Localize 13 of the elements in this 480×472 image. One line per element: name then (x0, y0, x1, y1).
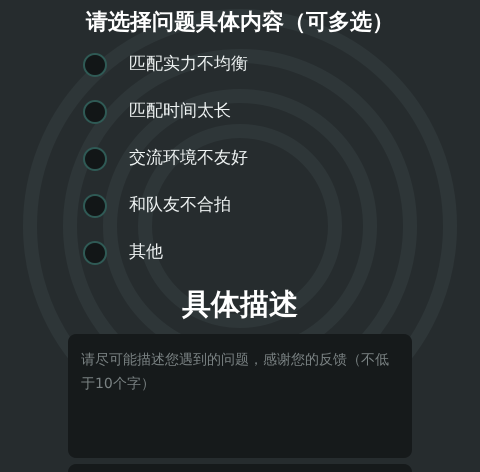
option-checkbox[interactable] (83, 241, 107, 265)
option-label[interactable]: 匹配实力不均衡 (129, 52, 248, 78)
description-field[interactable]: 请尽可能描述您遇到的问题，感谢您的反馈（不低于10个字） (68, 334, 412, 458)
option-checkbox[interactable] (83, 147, 107, 171)
option-label[interactable]: 和队友不合拍 (129, 193, 231, 219)
option-checkbox[interactable] (83, 53, 107, 77)
option-checkbox[interactable] (83, 194, 107, 218)
option-label[interactable]: 匹配时间太长 (129, 99, 231, 125)
description-title: 具体描述 (182, 286, 298, 322)
option-label[interactable]: 交流环境不友好 (129, 146, 248, 172)
option-checkbox[interactable] (83, 100, 107, 124)
question-title: 请选择问题具体内容（可多选） (86, 8, 394, 37)
option-label[interactable]: 其他 (129, 240, 163, 266)
